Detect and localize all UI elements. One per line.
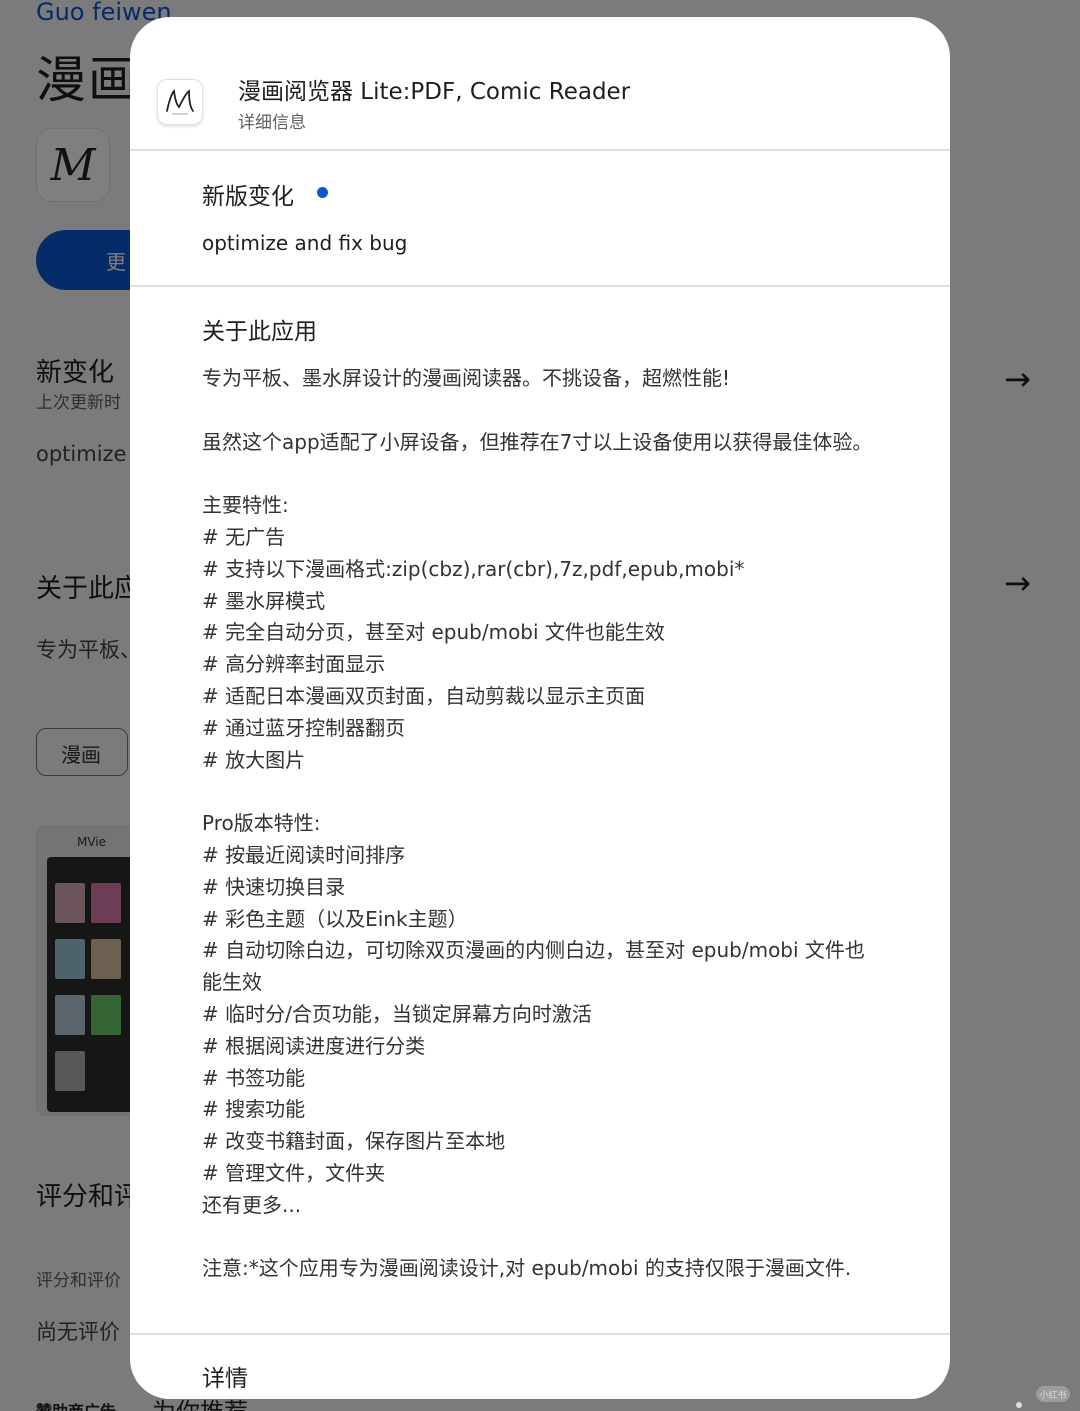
feature-item: # 放大图片 [202,747,306,772]
watermark: 小红书 [1036,1386,1070,1402]
page-indicator-dot [1016,1402,1022,1408]
details-title: 详情 [202,1366,248,1392]
pro-feature-item: # 彩色主题（以及Eink主题） [202,906,468,931]
pro-feature-item: # 快速切换目录 [202,874,346,899]
pro-feature-item: # 根据阅读进度进行分类 [202,1033,426,1058]
pro-feature-item: # 临时分/合页功能，当锁定屏幕方向时激活 [202,1001,592,1026]
more-text: 还有更多... [202,1192,302,1217]
about-intro: 专为平板、墨水屏设计的漫画阅读器。不挑设备，超燃性能! [202,366,731,390]
about-recommend: 虽然这个app适配了小屏设备，但推荐在7寸以上设备使用以获得最佳体验。 [202,429,873,454]
dialog-app-name: 漫画阅览器 Lite:PDF, Comic Reader [238,79,631,105]
pro-feature-item: # 改变书籍封面，保存图片至本地 [202,1129,506,1154]
feature-item: # 适配日本漫画双页封面，自动剪裁以显示主页面 [202,683,646,708]
pro-feature-item: # 自动切除白边，可切除双页漫画的内侧白边，甚至对 epub/mobi 文件也能… [202,938,865,995]
pro-feature-item: # 书签功能 [202,1065,306,1090]
pro-feature-item: # 管理文件，文件夹 [202,1160,386,1185]
support-note: 注意:*这个应用专为漫画阅读设计,对 epub/mobi 的支持仅限于漫画文件. [202,1256,852,1281]
whats-new-body: optimize and fix bug [202,231,408,255]
divider [130,1333,950,1335]
feature-item: # 支持以下漫画格式:zip(cbz),rar(cbr),7z,pdf,epub… [202,556,745,581]
divider [130,285,950,287]
pro-feature-item: # 搜索功能 [202,1097,306,1122]
app-logo-icon [157,79,203,125]
feature-item: # 完全自动分页，甚至对 epub/mobi 文件也能生效 [202,620,665,645]
feature-item: # 高分辨率封面显示 [202,652,386,677]
feature-item: # 墨水屏模式 [202,588,326,613]
about-description: 专为平板、墨水屏设计的漫画阅读器。不挑设备，超燃性能! 虽然这个app适配了小屏… [202,363,878,1285]
pro-features-heading: Pro版本特性: [202,811,321,836]
dialog-header: 漫画阅览器 Lite:PDF, Comic Reader 详细信息 [130,17,950,150]
app-details-dialog: 漫画阅览器 Lite:PDF, Comic Reader 详细信息 新版变化 o… [130,17,950,1399]
feature-item: # 无广告 [202,524,286,549]
new-indicator-dot [317,187,328,198]
features-heading: 主要特性: [202,493,289,518]
pro-feature-item: # 按最近阅读时间排序 [202,842,406,867]
about-title: 关于此应用 [202,319,317,345]
whats-new-title: 新版变化 [202,184,294,210]
dialog-subtitle: 详细信息 [238,113,306,133]
feature-item: # 通过蓝牙控制器翻页 [202,715,406,740]
divider [130,149,950,151]
